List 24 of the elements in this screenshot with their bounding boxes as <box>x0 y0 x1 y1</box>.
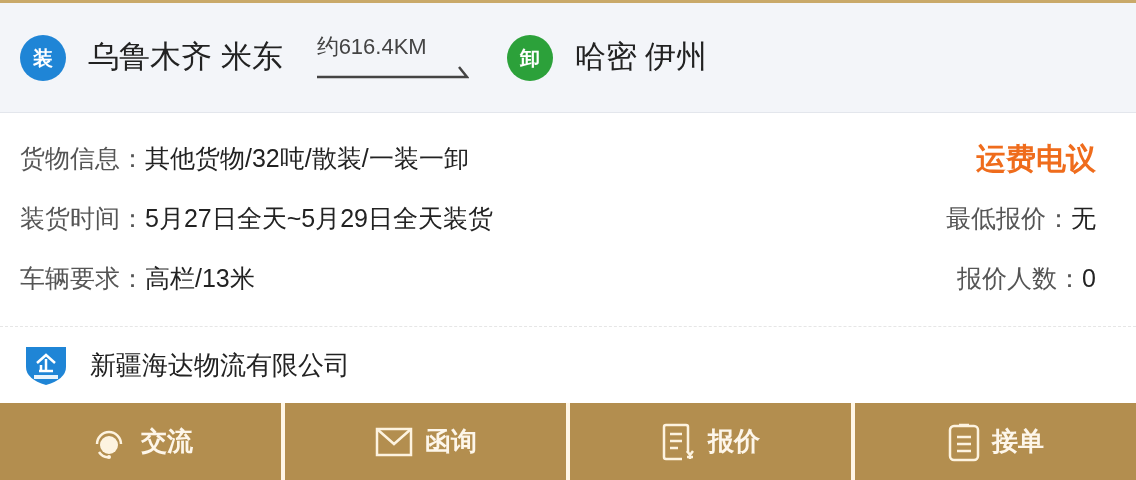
action-button[interactable]: 交流 <box>0 403 281 480</box>
price-note: 运费电议 <box>976 143 1096 175</box>
envelope-icon <box>374 426 413 457</box>
action-button[interactable]: 函询 <box>285 403 566 480</box>
origin-place: 乌鲁木齐 米东 <box>88 38 283 77</box>
detail-label: 车辆要求： <box>20 263 145 295</box>
detail-label: 货物信息： <box>20 143 145 175</box>
distance-label: 约616.4KM <box>316 35 427 58</box>
stat-label: 报价人数： <box>957 263 1083 295</box>
stat-value: 无 <box>1071 203 1096 235</box>
detail-value: 其他货物/32吨/散装/一装一卸 <box>145 143 469 175</box>
destination-place: 哈密 伊州 <box>574 38 708 77</box>
detail-label: 装货时间： <box>20 203 145 235</box>
document-icon <box>661 422 696 461</box>
action-button[interactable]: 接单 <box>855 403 1136 480</box>
clipboard-icon <box>947 421 980 462</box>
stat-label: 最低报价： <box>946 203 1071 235</box>
loading-badge: 装 <box>20 34 66 81</box>
detail-value: 5月27日全天~5月29日全天装货 <box>145 203 494 235</box>
company-name: 新疆海达物流有限公司 <box>90 348 350 382</box>
detail-value: 高栏/13米 <box>145 263 255 295</box>
action-button[interactable]: 报价 <box>570 403 851 480</box>
unloading-badge: 卸 <box>506 34 553 81</box>
stat-value: 0 <box>1082 263 1096 295</box>
